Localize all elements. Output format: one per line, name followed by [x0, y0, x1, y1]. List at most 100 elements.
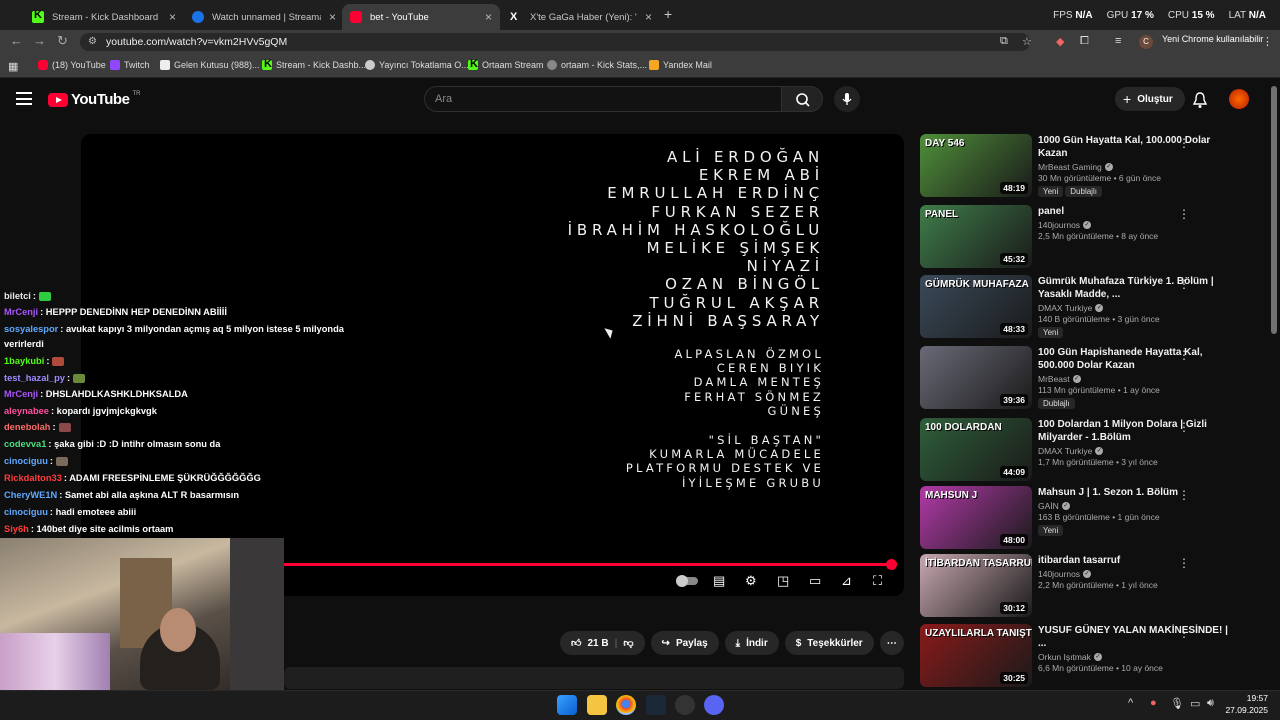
channel-name[interactable]: DMAX Turkiye	[1038, 446, 1092, 456]
video-title[interactable]: panel	[1038, 205, 1238, 218]
bookmark-yandex-mail[interactable]: Yandex Mail	[649, 60, 712, 70]
recommended-video[interactable]: İTİBARDAN TASARRUF 30:12 itibardan tasar…	[920, 554, 1260, 618]
channel-name[interactable]: GAİN	[1038, 501, 1059, 511]
chat-username[interactable]: CheryWE1N	[4, 490, 57, 500]
account-avatar[interactable]	[1229, 89, 1249, 109]
chat-username[interactable]: codevva1	[4, 439, 46, 449]
video-title[interactable]: Mahsun J | 1. Sezon 1. Bölüm	[1038, 486, 1238, 499]
file-explorer-icon[interactable]	[587, 695, 607, 715]
more-vertical-icon[interactable]: ⋮	[1178, 348, 1190, 362]
bookmark-youtube[interactable]: (18) YouTube	[38, 60, 106, 70]
tab-x-gaga[interactable]: X X'te GaGa Haber (Yeni): "Kadık ×	[502, 4, 660, 30]
chat-username[interactable]: 1baykubi	[4, 356, 44, 366]
chat-username[interactable]: biletci	[4, 291, 31, 301]
more-vertical-icon[interactable]: ⋮	[1178, 626, 1190, 640]
tab-kick-dashboard[interactable]: Stream - Kick Dashboard ×	[24, 4, 184, 30]
close-icon[interactable]: ×	[169, 10, 176, 24]
youtube-logo[interactable]: YouTube TR	[48, 91, 140, 108]
bookmark-kick-dashboard[interactable]: Stream - Kick Dashb...	[262, 58, 366, 70]
windows-start-icon[interactable]	[557, 695, 577, 715]
profile-avatar[interactable]: C	[1139, 35, 1153, 49]
video-thumbnail[interactable]: 39:36	[920, 346, 1032, 409]
video-title[interactable]: 1000 Gün Hayatta Kal, 100.000 Dolar Kaza…	[1038, 134, 1238, 160]
reload-icon[interactable]: ↻	[57, 33, 68, 49]
update-chrome-button[interactable]: Yeni Chrome kullanılabilir	[1162, 34, 1264, 44]
search-button[interactable]	[781, 86, 823, 112]
bookmark-ortaam-stream[interactable]: Ortaam Stream	[468, 58, 544, 70]
network-icon[interactable]: ▭	[1190, 697, 1200, 710]
install-app-icon[interactable]: ⧉	[1000, 35, 1008, 48]
video-thumbnail[interactable]: GÜMRÜK MUHAFAZA 48:33	[920, 275, 1032, 338]
bookmark-twitch[interactable]: Twitch	[110, 60, 150, 70]
thumbs-down-icon[interactable]: 👎︎	[623, 637, 633, 649]
bookmark-kick-stats[interactable]: ortaam - Kick Stats,...	[547, 60, 647, 70]
tray-app-icon[interactable]: ●	[1150, 697, 1157, 709]
apps-grid-icon[interactable]: ▦	[8, 60, 18, 73]
download-button[interactable]: ⤓ İndir	[724, 631, 779, 655]
voice-search-button[interactable]	[834, 86, 860, 112]
video-title[interactable]: itibardan tasarruf	[1038, 554, 1238, 567]
tab-youtube-active[interactable]: bet - YouTube ×	[342, 4, 500, 30]
more-vertical-icon[interactable]: ⋮	[1178, 420, 1190, 434]
autoplay-toggle[interactable]	[676, 575, 698, 587]
thanks-button[interactable]: $ Teşekkürler	[784, 631, 874, 655]
bookmark-star-icon[interactable]: ☆	[1022, 35, 1032, 48]
video-title[interactable]: 100 Dolardan 1 Milyon Dolara | Gizli Mil…	[1038, 418, 1238, 444]
progress-scrubber-handle[interactable]	[886, 559, 897, 570]
cast-icon[interactable]: ⊿	[841, 573, 852, 589]
notifications-bell-icon[interactable]	[1192, 91, 1208, 109]
site-info-icon[interactable]: ⚙	[88, 33, 97, 51]
video-thumbnail[interactable]: UZAYLILARLA TANIŞT 30:25	[920, 624, 1032, 687]
recommended-video[interactable]: UZAYLILARLA TANIŞT 30:25 YUSUF GÜNEY YAL…	[920, 624, 1260, 688]
chrome-icon[interactable]	[616, 695, 636, 715]
more-vertical-icon[interactable]: ⋮	[1178, 488, 1190, 502]
recommended-video[interactable]: PANEL 45:32 panel 140journos ✓ 2,5 Mn gör…	[920, 205, 1260, 269]
search-input[interactable]: Ara	[424, 86, 781, 112]
forward-icon[interactable]: →	[33, 33, 46, 48]
close-icon[interactable]: ×	[329, 10, 336, 24]
address-bar[interactable]: ⚙ youtube.com/watch?v=vkm2HVv5gQM	[80, 33, 1030, 51]
video-thumbnail[interactable]: 100 DOLARDAN 44:09	[920, 418, 1032, 481]
extensions-puzzle-icon[interactable]: ⧠	[1080, 35, 1089, 48]
recommended-video[interactable]: MAHSUN J 48:00 Mahsun J | 1. Sezon 1. Bö…	[920, 486, 1260, 550]
obs-icon[interactable]	[675, 695, 695, 715]
video-title[interactable]: 100 Gün Hapishanede Hayatta Kal, 500.000…	[1038, 346, 1238, 372]
chat-username[interactable]: Rickdalton33	[4, 473, 62, 483]
more-options-button[interactable]: ⋯	[879, 631, 904, 655]
tab-streamable[interactable]: Watch unnamed | Streamable ×	[184, 4, 344, 30]
chat-username[interactable]: denebolah	[4, 422, 51, 432]
bookmark-gmail[interactable]: Gelen Kutusu (988)...	[160, 60, 260, 70]
chat-username[interactable]: Siy6h	[4, 524, 29, 534]
chat-username[interactable]: MrCenji	[4, 307, 38, 317]
chat-username[interactable]: aleynabee	[4, 406, 49, 416]
close-icon[interactable]: ×	[645, 10, 652, 24]
theater-mode-icon[interactable]: ▭	[809, 573, 821, 589]
create-button[interactable]: + Oluştur	[1115, 87, 1185, 111]
back-icon[interactable]: ←	[10, 33, 23, 48]
description-box[interactable]	[284, 667, 904, 689]
channel-name[interactable]: DMAX Turkiye	[1038, 303, 1092, 313]
chat-username[interactable]: cinociguu	[4, 456, 48, 466]
steam-icon[interactable]	[646, 695, 666, 715]
video-progress-bar[interactable]	[284, 563, 892, 566]
more-vertical-icon[interactable]: ⋮	[1178, 207, 1190, 221]
chrome-menu-icon[interactable]: ⋮	[1262, 35, 1273, 48]
video-title[interactable]: Gümrük Muhafaza Türkiye 1. Bölüm | Yasak…	[1038, 275, 1238, 301]
more-vertical-icon[interactable]: ⋮	[1178, 277, 1190, 291]
microphone-icon[interactable]: 🎙︎	[1170, 697, 1184, 710]
chat-username[interactable]: MrCenji	[4, 389, 38, 399]
recommended-video[interactable]: GÜMRÜK MUHAFAZA 48:33 Gümrük Muhafaza Tü…	[920, 275, 1260, 339]
video-thumbnail[interactable]: İTİBARDAN TASARRUF 30:12	[920, 554, 1032, 617]
tray-overflow-icon[interactable]: ^	[1128, 697, 1133, 709]
more-vertical-icon[interactable]: ⋮	[1178, 556, 1190, 570]
volume-icon[interactable]: 🔊︎	[1207, 697, 1214, 710]
like-button[interactable]: 👍︎ 21 B | 👎︎	[560, 631, 645, 655]
extension-icon[interactable]: ◆	[1056, 35, 1064, 48]
chat-username[interactable]: sosyalespor	[4, 324, 58, 334]
more-vertical-icon[interactable]: ⋮	[1178, 136, 1190, 150]
media-controls-icon[interactable]: ≡	[1115, 35, 1121, 47]
fullscreen-icon[interactable]: ⛶	[873, 573, 882, 589]
video-thumbnail[interactable]: PANEL 45:32	[920, 205, 1032, 268]
recommended-video[interactable]: 100 DOLARDAN 44:09 100 Dolardan 1 Milyon…	[920, 418, 1260, 482]
miniplayer-icon[interactable]: ◳	[777, 573, 789, 589]
